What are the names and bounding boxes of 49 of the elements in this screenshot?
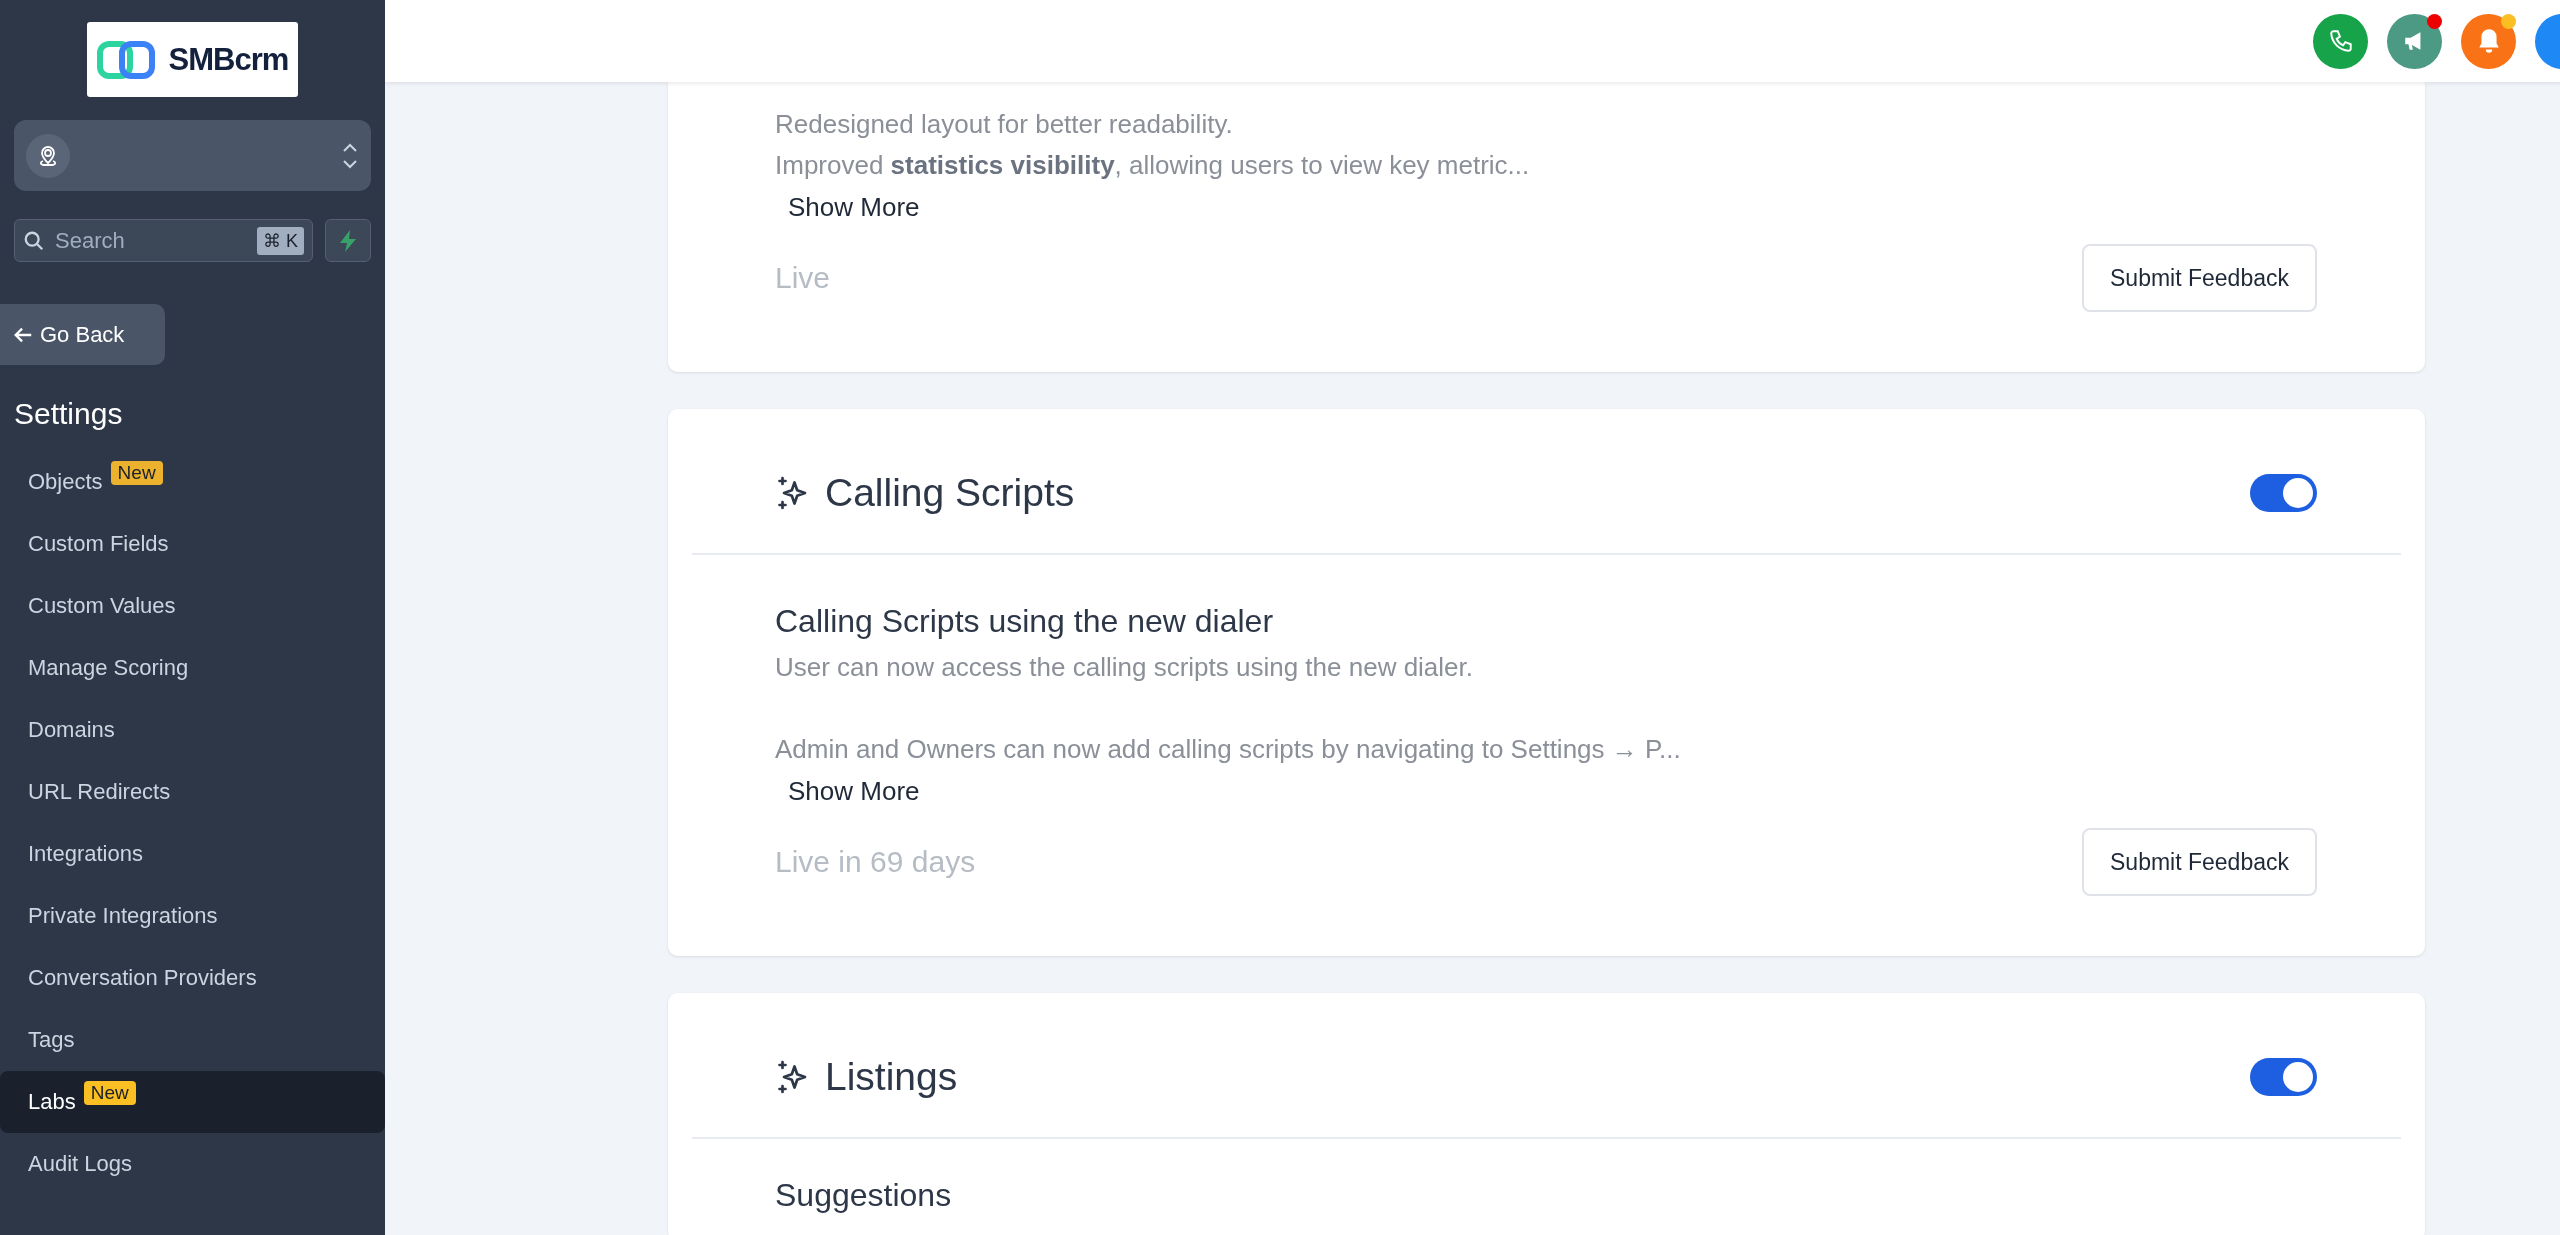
- sidebar-item[interactable]: Integrations: [0, 823, 385, 885]
- sidebar-item[interactable]: Objects New: [0, 451, 385, 513]
- show-more-button[interactable]: Show More: [775, 770, 933, 812]
- feature-title: Suggestions: [775, 1176, 953, 1215]
- sidebar-item[interactable]: Audit Logs: [0, 1133, 385, 1195]
- new-badge: New: [83, 1081, 136, 1105]
- sidebar-item[interactable]: Tags: [0, 1009, 385, 1071]
- toggle-switch[interactable]: [2250, 474, 2317, 512]
- logo-icon: [96, 40, 155, 79]
- feature-description: Improved statistics visibility, allowing users to view key metric...: [775, 149, 1531, 182]
- search-field[interactable]: Search ⌘ K: [14, 219, 313, 262]
- card-title: Calling Scripts: [825, 471, 1075, 515]
- location-pin-icon: [26, 133, 70, 178]
- submit-feedback-button[interactable]: Submit Feedback: [2082, 828, 2317, 896]
- status-text: Live: [775, 261, 831, 295]
- sidebar-item[interactable]: Conversation Providers: [0, 947, 385, 1009]
- lightning-button[interactable]: [325, 219, 371, 262]
- sidebar-item[interactable]: Custom Values: [0, 575, 385, 637]
- submit-feedback-button[interactable]: Submit Feedback: [2082, 244, 2317, 312]
- feature-title: Calling Scripts using the new dialer: [775, 602, 1275, 641]
- sidebar-item[interactable]: Labs New: [0, 1071, 385, 1133]
- feature-description: User can now access the calling scripts using the new dialer.: [775, 651, 1474, 684]
- notifications-button[interactable]: [2461, 13, 2516, 69]
- search-icon: [23, 229, 45, 252]
- phone-icon: [2327, 28, 2354, 54]
- notification-dot: [2427, 13, 2442, 29]
- sidebar-item[interactable]: Custom Fields: [0, 513, 385, 575]
- card-title: Listings: [825, 1055, 958, 1099]
- feature-description: Redesigned layout for better readability.: [775, 108, 1234, 141]
- show-more-button[interactable]: Show More: [775, 186, 933, 228]
- sidebar-item[interactable]: Domains: [0, 699, 385, 761]
- section-heading: Settings: [14, 397, 124, 431]
- toggle-switch[interactable]: [2250, 1058, 2317, 1096]
- feature-description: Admin and Owners can now add calling scripts by navigating to Settings → P...: [775, 733, 1682, 766]
- notification-dot: [2501, 13, 2516, 29]
- sidebar-item[interactable]: Manage Scoring: [0, 637, 385, 699]
- status-text: Live in 69 days: [775, 845, 976, 879]
- new-badge: New: [110, 461, 163, 485]
- go-back-button[interactable]: Go Back: [0, 304, 165, 365]
- lightning-icon: [337, 228, 359, 253]
- search-input[interactable]: Search: [53, 226, 249, 255]
- sidebar-item[interactable]: URL Redirects: [0, 761, 385, 823]
- logo[interactable]: SMBcrm: [87, 22, 298, 97]
- logo-text: SMBcrm: [168, 41, 289, 78]
- chevron-up-down-icon: [341, 141, 359, 170]
- shortcut-key: ⌘ K: [257, 226, 304, 255]
- announcements-button[interactable]: [2387, 13, 2442, 69]
- phone-button[interactable]: [2313, 13, 2368, 69]
- sidebar-item[interactable]: Private Integrations: [0, 885, 385, 947]
